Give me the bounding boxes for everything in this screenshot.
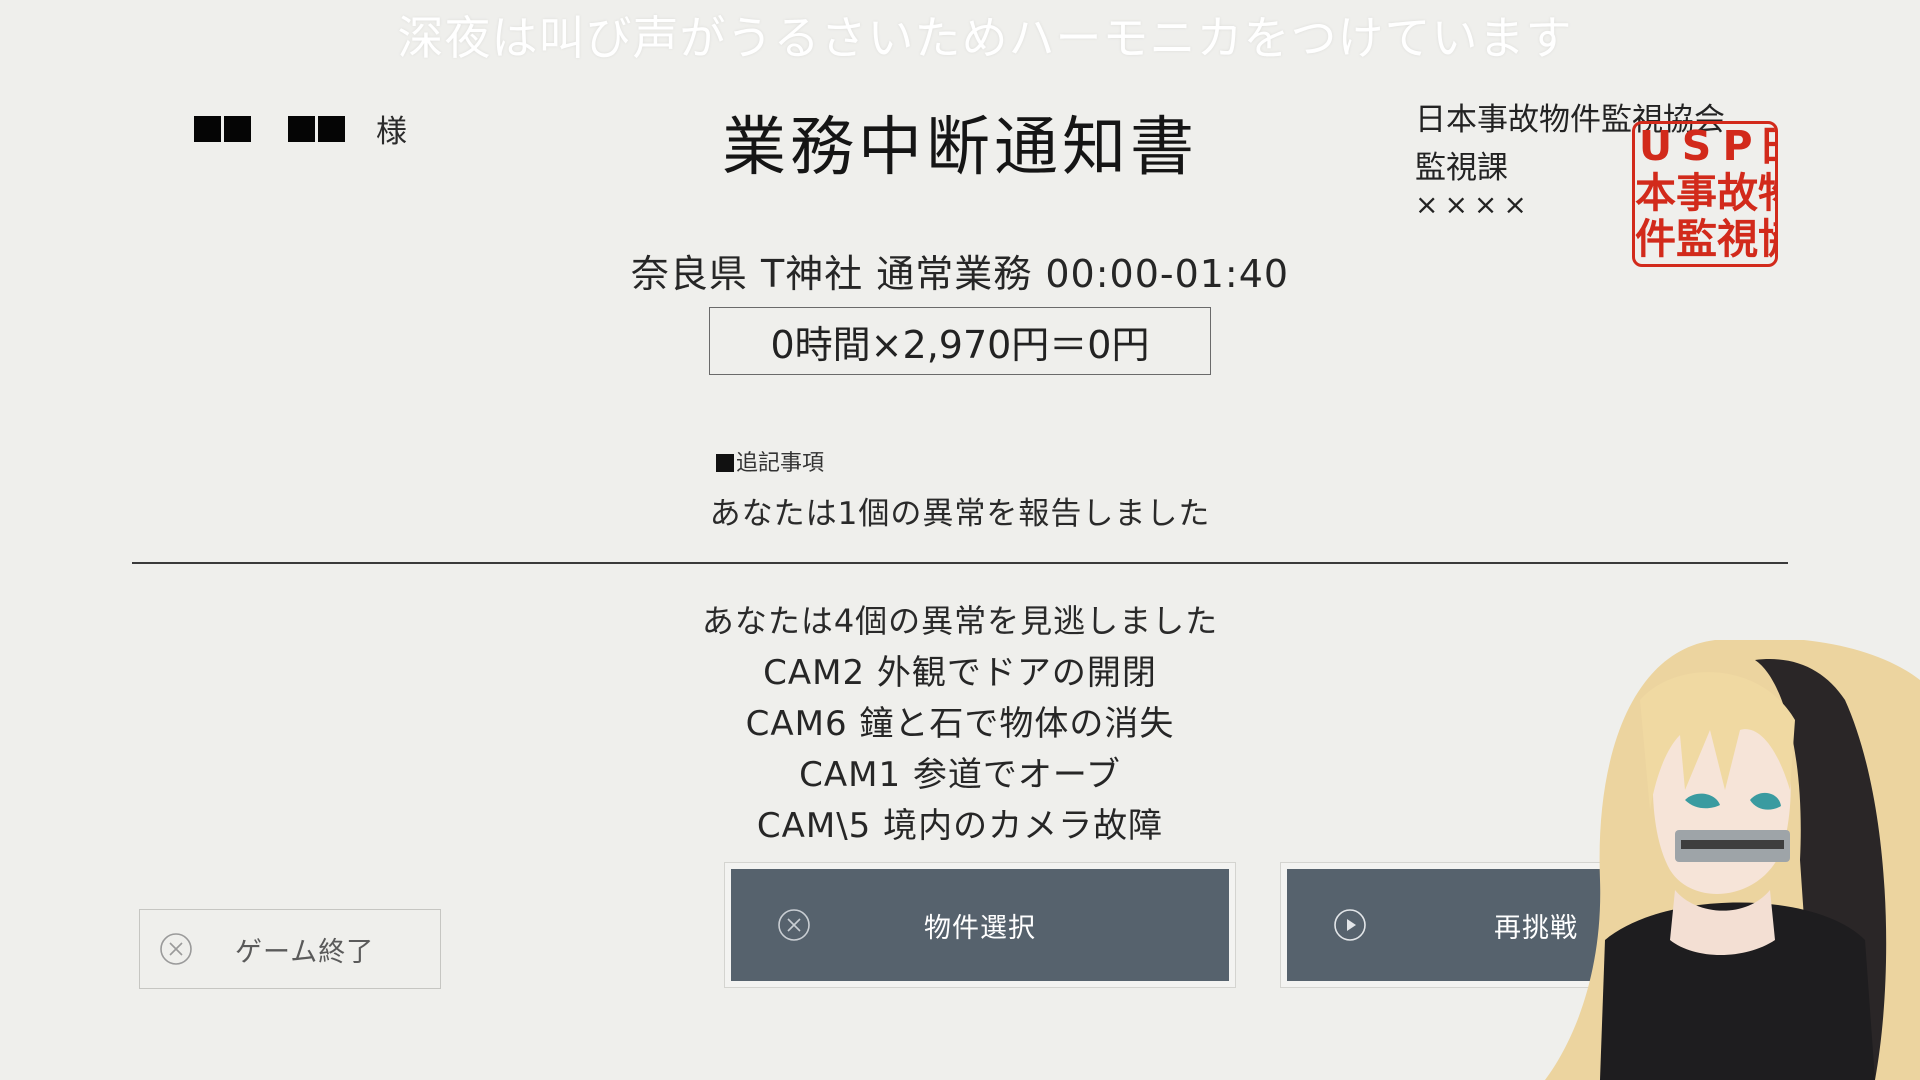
- job-summary: 奈良県 T神社 通常業務 00:00-01:40: [630, 252, 1290, 296]
- missed-anomalies-summary: あなたは4個の異常を見逃しました: [701, 602, 1219, 640]
- property-select-button-frame: 物件選択: [724, 862, 1236, 988]
- pay-calculation-box: 0時間×2,970円＝0円: [709, 307, 1211, 375]
- vtuber-avatar: [1545, 640, 1920, 1080]
- stream-overlay-caption: 深夜は叫び声がうるさいためハーモニカをつけています: [397, 11, 1573, 65]
- property-select-button[interactable]: 物件選択: [731, 869, 1229, 981]
- result-screen: 深夜は叫び声がうるさいためハーモニカをつけています 様 業務中断通知書 日本事故…: [0, 0, 1920, 1080]
- quit-game-button[interactable]: ゲーム終了: [139, 909, 441, 989]
- reported-anomalies: あなたは1個の異常を報告しました: [709, 496, 1211, 532]
- close-circle-icon: [159, 932, 193, 966]
- notes-heading: 追記事項: [716, 445, 824, 477]
- square-bullet-icon: [716, 454, 734, 472]
- pay-calculation: 0時間×2,970円＝0円: [770, 322, 1150, 367]
- section-divider: [132, 562, 1788, 564]
- property-select-label: 物件選択: [924, 912, 1036, 944]
- quit-game-label: ゲーム終了: [235, 936, 375, 968]
